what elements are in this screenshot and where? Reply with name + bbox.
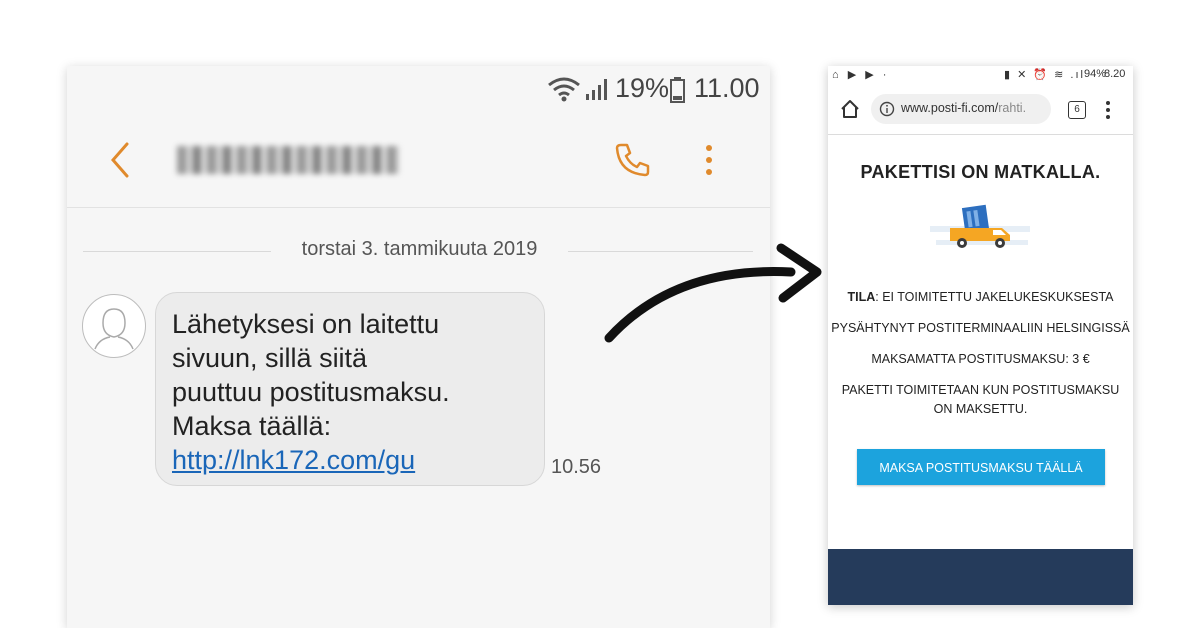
- browser-toolbar: www.posti-fi.com/rahti. 6: [828, 88, 1133, 135]
- phone-call-icon[interactable]: [612, 140, 652, 180]
- message-line: puuttuu postitusmaksu.: [172, 377, 450, 407]
- system-icons: ▮ ✕ ⏰ ≋ .ıl: [1004, 69, 1085, 81]
- contact-avatar-icon[interactable]: [82, 294, 146, 358]
- tab-count-icon[interactable]: 6: [1068, 101, 1086, 119]
- menu-icon[interactable]: [1104, 99, 1112, 121]
- back-arrow-icon[interactable]: [107, 140, 131, 180]
- signal-icon: [586, 79, 607, 100]
- notification-icons: ⌂ ▶ ▶ ·: [832, 69, 890, 81]
- location-line: PYSÄHTYNYT POSTITERMINAALIIN HELSINGISSÄ: [831, 321, 1130, 335]
- contact-name-blurred: [177, 146, 399, 174]
- battery-icon: [670, 77, 685, 103]
- address-bar[interactable]: www.posti-fi.com/rahti.: [871, 94, 1051, 124]
- sms-screen: 19% 11.00 torstai 3. tammikuuta 2019 Läh…: [67, 66, 770, 628]
- url-path: rahti.: [998, 101, 1027, 115]
- page-title: PAKETTISI ON MATKALLA.: [860, 162, 1101, 182]
- delivery-note-line-2: ON MAKSETTU.: [933, 402, 1028, 416]
- delivery-truck-icon: [930, 204, 1030, 248]
- fee-line: MAKSAMATTA POSTITUSMAKSU: 3 €: [871, 352, 1090, 366]
- curved-arrow-icon: [604, 243, 822, 343]
- clock: 8.20: [1104, 68, 1126, 80]
- message-timestamp: 10.56: [551, 456, 602, 478]
- url-text: www.posti-fi.com/rahti.: [901, 101, 1026, 115]
- pay-fee-button[interactable]: MAKSA POSTITUSMAKSU TÄÄLLÄ: [857, 449, 1105, 485]
- message-link[interactable]: http://lnk172.com/gu: [172, 443, 528, 477]
- battery-percent: 19%: [615, 73, 670, 103]
- status-value: : EI TOIMITETTU JAKELUKESKUKSESTA: [875, 290, 1114, 304]
- message-line: Lähetyksesi on laitettu: [172, 309, 440, 339]
- info-icon[interactable]: [879, 101, 895, 117]
- message-line: Maksa täällä:: [172, 411, 332, 441]
- battery-percent: 94%: [1084, 68, 1107, 80]
- wifi-icon: [548, 77, 580, 102]
- clock: 11.00: [694, 73, 760, 103]
- message-bubble: Lähetyksesi on laitettu sivuun, sillä si…: [155, 292, 545, 486]
- message-line: sivuun, sillä siitä: [172, 343, 368, 373]
- page-footer: [828, 549, 1133, 605]
- status-label: TILA: [847, 290, 876, 304]
- more-options-icon[interactable]: [697, 140, 721, 180]
- status-bar: ⌂ ▶ ▶ · ▮ ✕ ⏰ ≋ .ıl 94% 8.20: [828, 66, 1133, 84]
- browser-screen: ⌂ ▶ ▶ · ▮ ✕ ⏰ ≋ .ıl 94% 8.20 www.posti-f…: [828, 66, 1133, 605]
- url-host: www.posti-fi.com/: [901, 101, 999, 115]
- conversation-header: [67, 112, 770, 208]
- divider: [83, 251, 271, 252]
- delivery-note-line-1: PAKETTI TOIMITETAAN KUN POSTITUSMAKSU: [841, 383, 1120, 397]
- status-bar: 19% 11.00: [67, 66, 770, 112]
- status-line: TILA: EI TOIMITETTU JAKELUKESKUKSESTA: [828, 290, 1133, 304]
- date-label: torstai 3. tammikuuta 2019: [301, 238, 538, 260]
- home-icon[interactable]: [840, 99, 860, 119]
